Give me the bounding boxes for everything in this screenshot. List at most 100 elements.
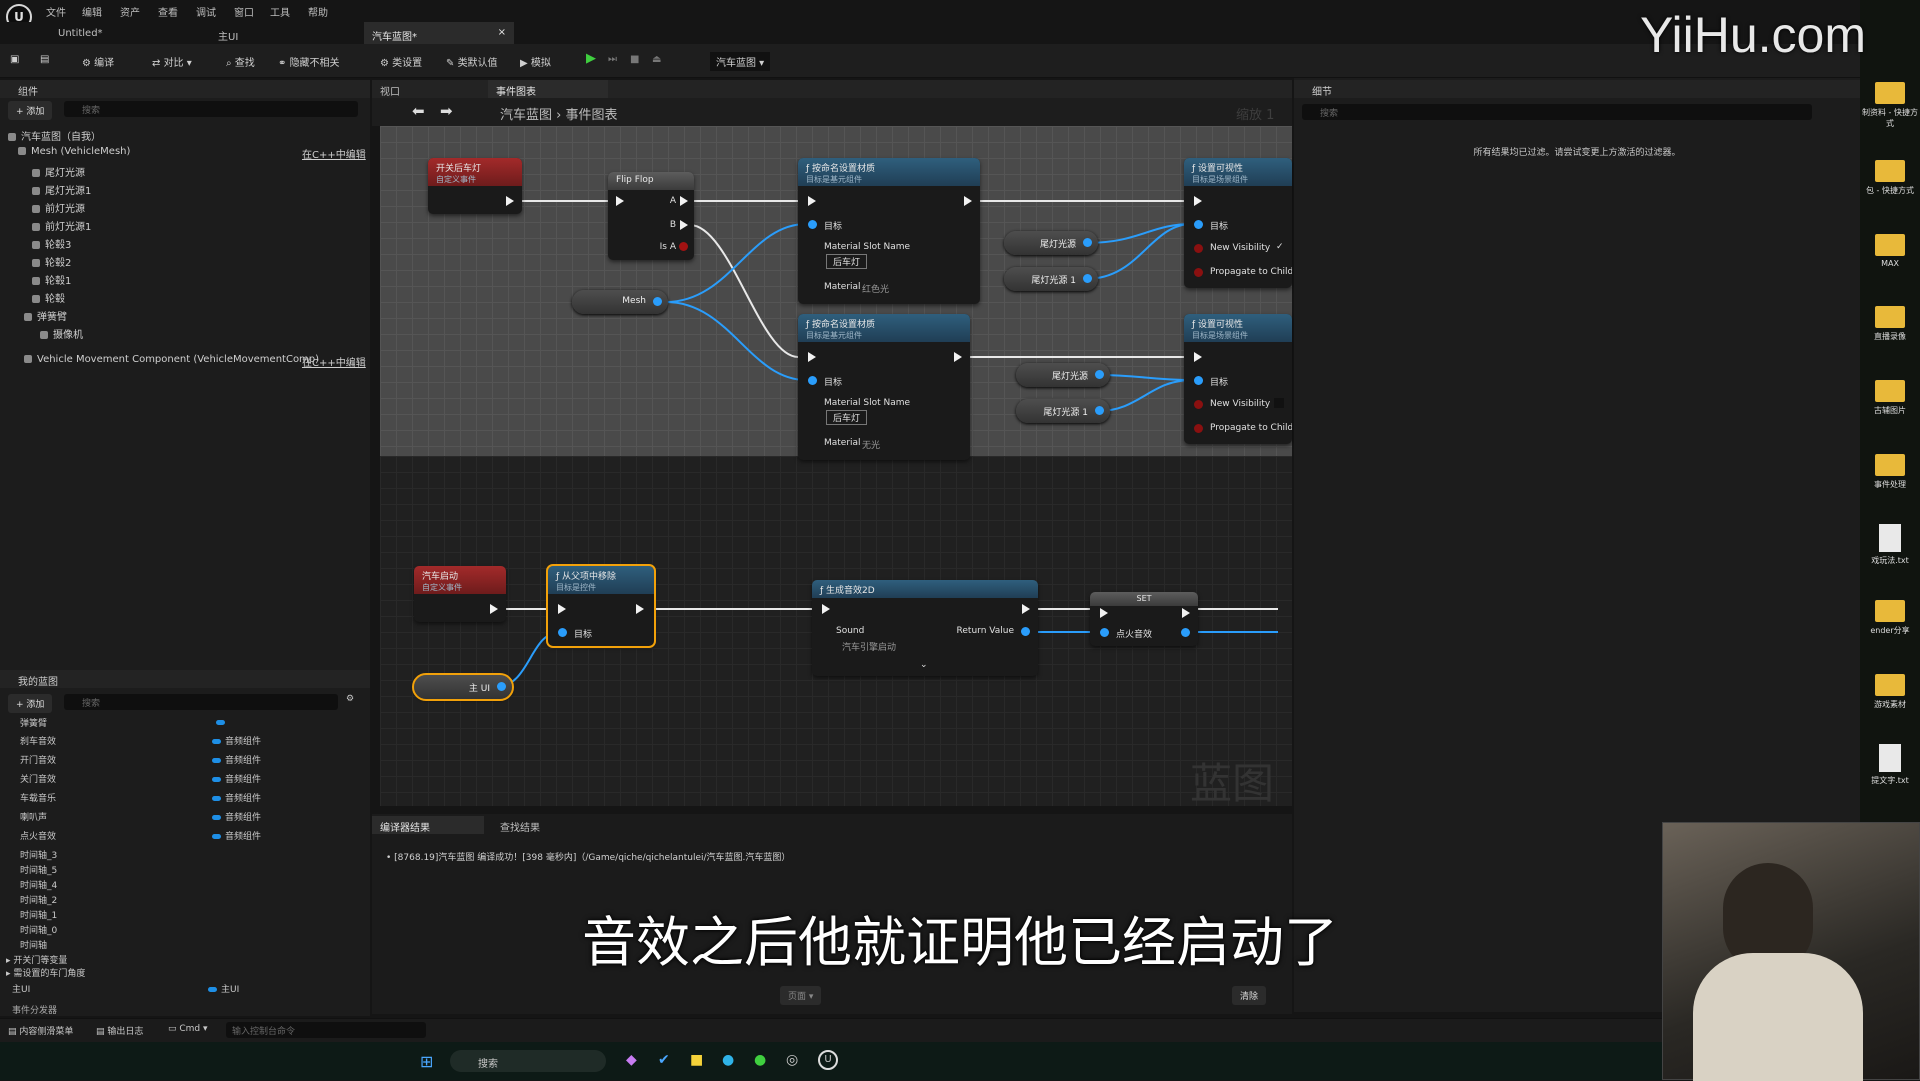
find-button[interactable]: ⌕ 查找 <box>226 54 255 69</box>
back-arrow-icon[interactable]: ⬅ <box>412 102 425 120</box>
node-tail-light-getter[interactable]: 尾灯光源 <box>1004 231 1098 255</box>
exec-out-pin[interactable] <box>964 196 972 206</box>
simulate-button[interactable]: ▶ 模拟 <box>520 54 551 69</box>
var-row[interactable]: 刹车音效 <box>20 734 56 747</box>
var-row[interactable]: 关门音效 <box>20 772 56 785</box>
add-variable-button[interactable]: + 添加 <box>8 694 53 713</box>
bool-pin[interactable] <box>679 242 688 251</box>
component-item[interactable]: 轮毂1 <box>32 272 71 287</box>
class-settings-button[interactable]: ⚙ 类设置 <box>380 54 422 69</box>
desktop-icon[interactable]: 古辅图片 <box>1862 380 1918 416</box>
menu-debug[interactable]: 调试 <box>196 4 216 19</box>
event-dispatchers-section[interactable]: 事件分发器 <box>12 1003 57 1016</box>
visibility-checkbox[interactable]: ✓ <box>1276 242 1284 252</box>
wechat-icon[interactable]: ● <box>754 1052 766 1068</box>
node-car-start-event[interactable]: 汽车启动 自定义事件 <box>414 566 506 622</box>
exec-in-pin[interactable] <box>1194 352 1202 362</box>
node-toggle-rear-lights-event[interactable]: 开关后车灯 自定义事件 <box>428 158 522 214</box>
node-tail-light-getter[interactable]: 尾灯光源 <box>1016 363 1110 387</box>
notes-icon[interactable]: ■ <box>690 1052 703 1068</box>
tab-find-results[interactable]: 查找结果 <box>492 816 548 834</box>
unreal-taskbar-icon[interactable]: U <box>818 1050 838 1070</box>
timeline-row[interactable]: 时间轴_3 <box>20 848 57 861</box>
game-icon[interactable]: ◎ <box>786 1052 798 1068</box>
components-search-input[interactable]: 搜索 <box>64 101 358 117</box>
close-icon[interactable]: × <box>498 27 506 38</box>
edge-icon[interactable]: ● <box>722 1052 734 1068</box>
timeline-row[interactable]: 时间轴_5 <box>20 863 57 876</box>
desktop-icon[interactable]: 事件处理 <box>1862 454 1918 490</box>
target-pin[interactable] <box>808 220 817 229</box>
exec-out-pin[interactable] <box>506 196 514 206</box>
exec-out-pin[interactable] <box>636 604 644 614</box>
tab-car-blueprint[interactable]: 汽车蓝图* × <box>364 22 514 44</box>
material-select[interactable]: 无光 <box>862 438 880 451</box>
var-row[interactable]: 开门音效 <box>20 753 56 766</box>
var-spring-arm[interactable]: 弹簧臂 <box>20 716 47 729</box>
component-item[interactable]: 轮毂 <box>32 290 65 305</box>
target-pin[interactable] <box>808 376 817 385</box>
desktop-icon[interactable]: MAX <box>1862 234 1918 268</box>
target-pin[interactable] <box>558 628 567 637</box>
node-remove-from-parent[interactable]: ƒ 从父项中移除 目标是控件 目标 <box>546 564 656 648</box>
menu-file[interactable]: 文件 <box>46 4 66 19</box>
return-value-pin[interactable] <box>1021 627 1030 636</box>
component-item[interactable]: 轮毂3 <box>32 236 71 251</box>
exec-out-pin[interactable] <box>490 604 498 614</box>
component-item[interactable]: 尾灯光源1 <box>32 182 91 197</box>
node-set-visibility-2[interactable]: ƒ 设置可视性 目标是场景组件 目标 New Visibility Propaga… <box>1184 314 1292 444</box>
edit-in-cpp-link-2[interactable]: 在C++中编辑 <box>302 354 366 369</box>
node-spawn-sound-2d[interactable]: ƒ 生成音效2D Sound 汽车引擎启动 Return Value ⌄ <box>812 580 1038 676</box>
var-type[interactable]: 音频组件 <box>212 791 261 804</box>
desktop-icon[interactable]: 游戏素材 <box>1862 674 1918 710</box>
menu-tools[interactable]: 工具 <box>270 4 290 19</box>
step-icon[interactable]: ⏭ <box>608 54 617 65</box>
desktop-icon[interactable]: 包 - 快捷方式 <box>1862 160 1918 196</box>
exec-in-pin[interactable] <box>808 352 816 362</box>
tab-viewport[interactable]: 视口 <box>372 80 408 98</box>
menu-view[interactable]: 查看 <box>158 4 178 19</box>
tab-event-graph[interactable]: 事件图表 <box>488 80 608 98</box>
app-icon[interactable]: ◆ <box>626 1052 637 1068</box>
compile-button[interactable]: ⚙ 编译 <box>82 54 114 69</box>
target-pin[interactable] <box>1194 220 1203 229</box>
var-row[interactable]: 点火音效 <box>20 829 56 842</box>
slot-name-field[interactable]: 后车灯 <box>826 410 868 425</box>
component-item[interactable]: 弹簧臂 <box>24 308 67 323</box>
component-item[interactable]: 轮毂2 <box>32 254 71 269</box>
exec-in-pin[interactable] <box>616 196 624 206</box>
tab-untitled[interactable]: Untitled* <box>50 22 200 44</box>
tab-compiler-results[interactable]: 编译器结果 <box>372 816 484 834</box>
details-search-input[interactable]: 搜索 <box>1302 104 1812 120</box>
node-mesh-getter[interactable]: Mesh <box>572 290 668 314</box>
content-drawer-button[interactable]: ▤ 内容侧滑菜单 <box>8 1024 73 1037</box>
var-main-ui[interactable]: 主UI <box>12 982 30 995</box>
add-component-button[interactable]: + 添加 <box>8 101 53 120</box>
exec-a-pin[interactable] <box>680 196 688 206</box>
timeline-row[interactable]: 时间轴_4 <box>20 878 57 891</box>
app-icon[interactable]: ✔ <box>658 1052 670 1068</box>
sound-asset-select[interactable]: 汽车引擎启动 <box>842 640 896 653</box>
exec-out-pin[interactable] <box>1022 604 1030 614</box>
save-icon[interactable]: ▣ <box>10 54 19 65</box>
component-item[interactable]: 前灯光源1 <box>32 218 91 233</box>
var-type[interactable]: 音频组件 <box>212 753 261 766</box>
exec-in-pin[interactable] <box>808 196 816 206</box>
node-set-ignition-sound[interactable]: SET 点火音效 <box>1090 592 1198 646</box>
desktop-icon[interactable]: 提文字.txt <box>1862 744 1918 786</box>
settings-gear-icon[interactable]: ⚙ <box>346 694 354 704</box>
play-icon[interactable]: ▶ <box>586 51 596 66</box>
exec-in-pin[interactable] <box>1100 608 1108 618</box>
visibility-checkbox[interactable] <box>1274 398 1284 408</box>
node-flip-flop[interactable]: Flip Flop A B Is A <box>608 172 694 260</box>
component-item[interactable]: 尾灯光源 <box>32 164 85 179</box>
forward-arrow-icon[interactable]: ➡ <box>440 102 453 120</box>
eject-icon[interactable]: ⏏ <box>652 54 661 65</box>
component-movement[interactable]: Vehicle Movement Component (VehicleMovem… <box>24 354 319 365</box>
page-select[interactable]: 页面 ▾ <box>780 986 822 1005</box>
component-mesh[interactable]: Mesh (VehicleMesh) <box>18 146 130 157</box>
exec-out-pin[interactable] <box>1182 608 1190 618</box>
menu-edit[interactable]: 编辑 <box>82 4 102 19</box>
material-select[interactable]: 红色光 <box>862 282 889 295</box>
console-command-input[interactable]: 输入控制台命令 <box>226 1022 426 1038</box>
